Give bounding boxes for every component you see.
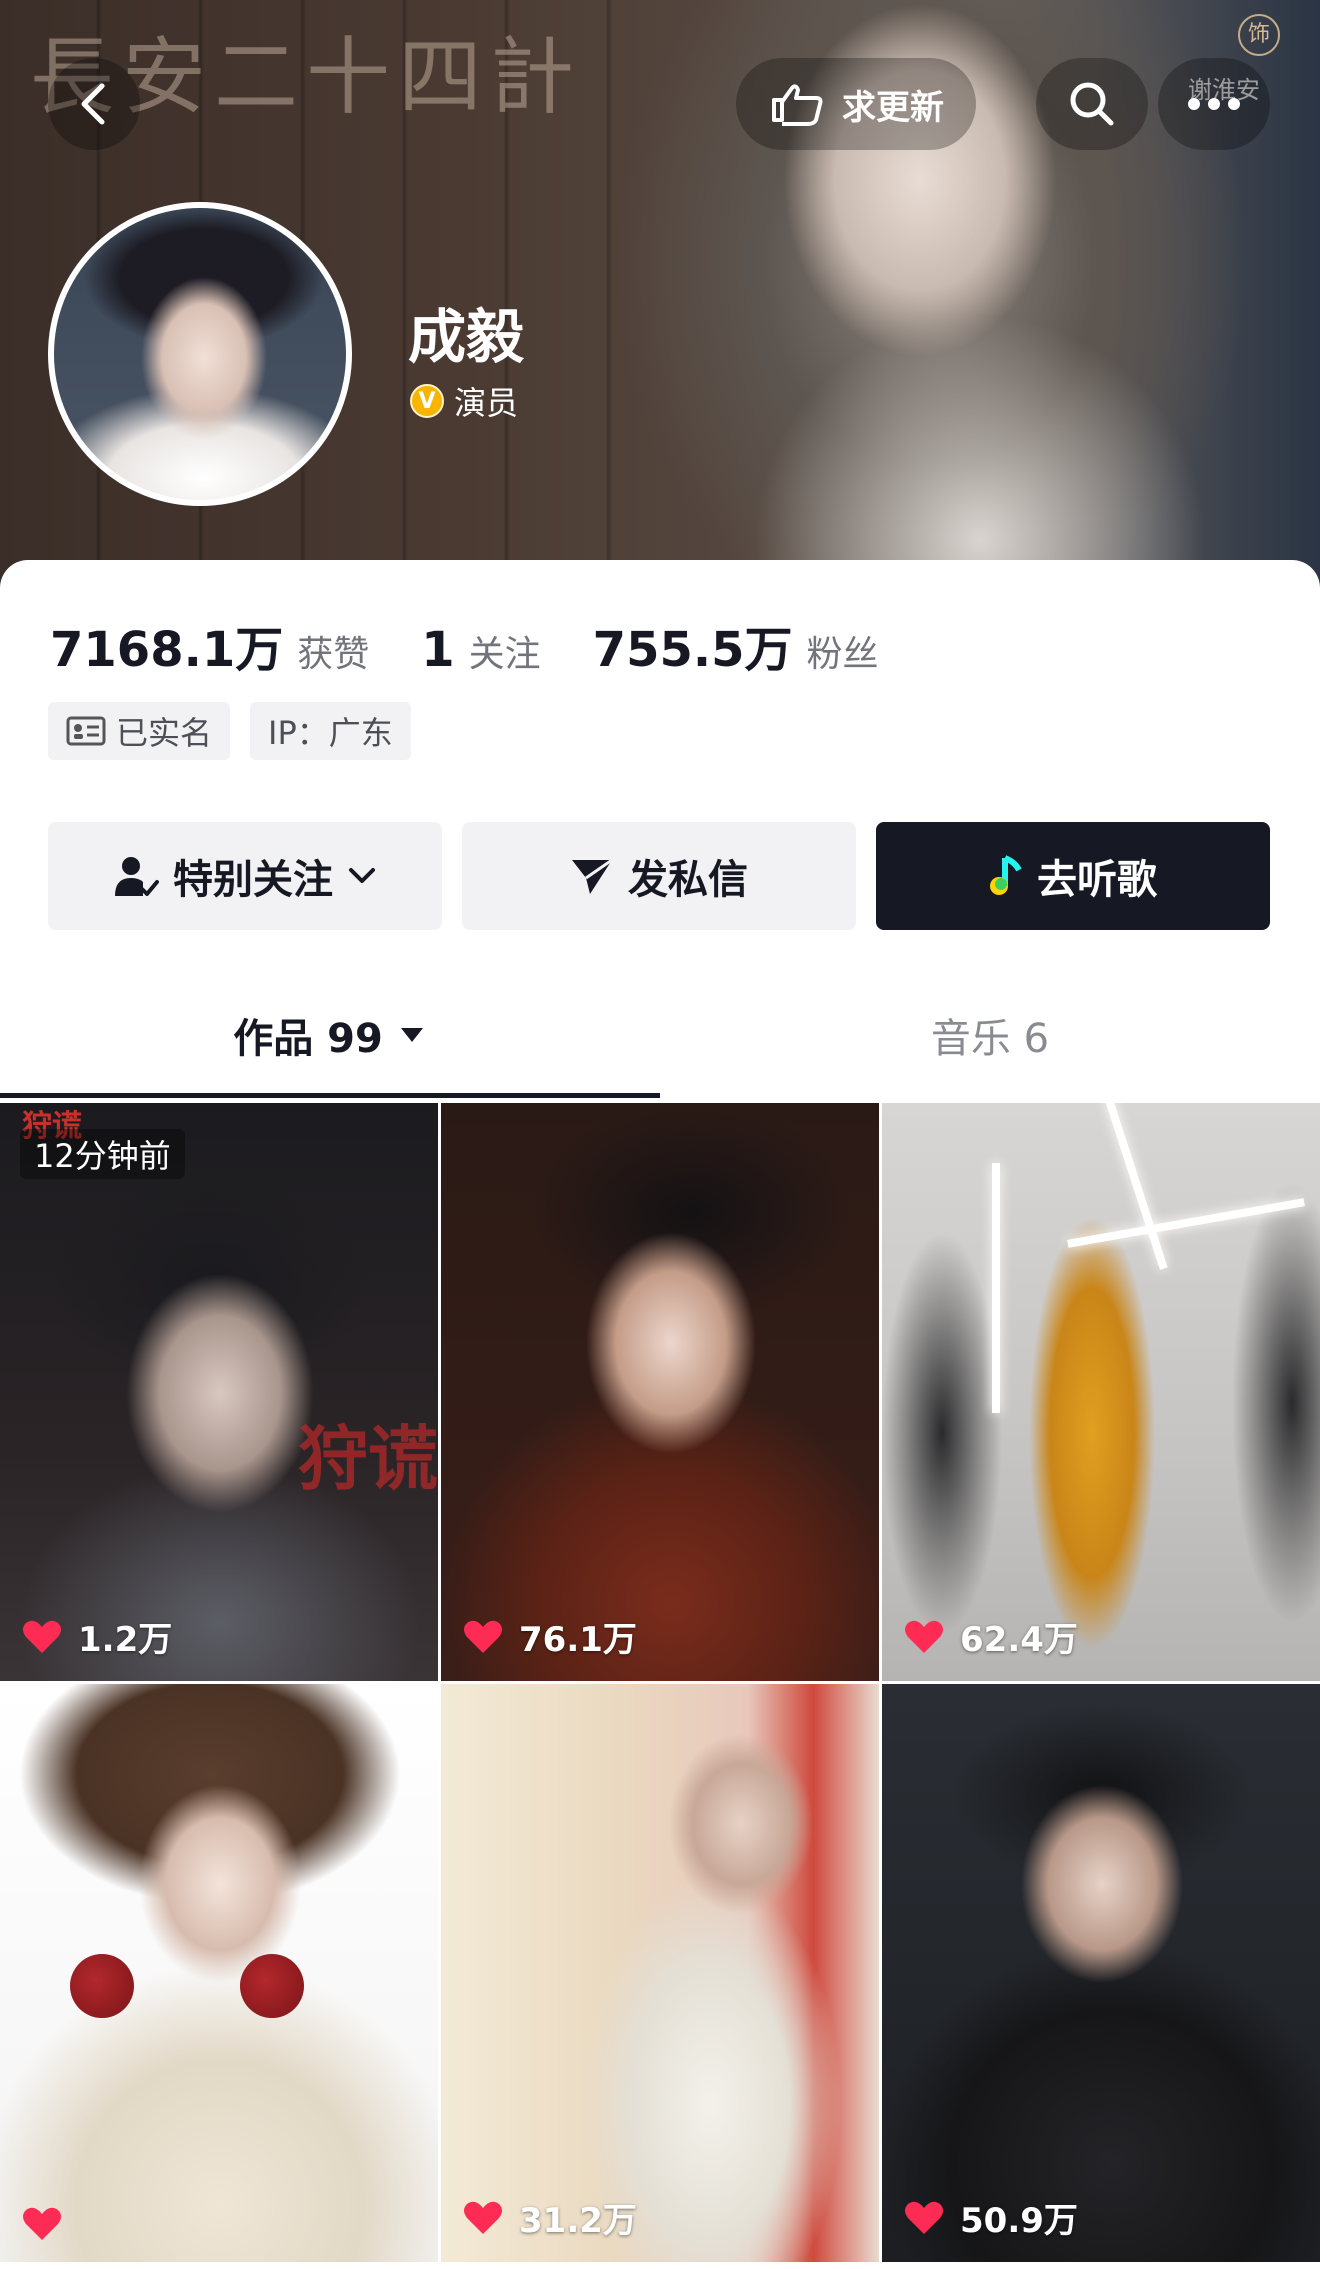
studio-light <box>1067 1198 1305 1248</box>
heart-icon <box>905 2201 943 2234</box>
tag-real-name: 已实名 <box>48 702 231 760</box>
video-likes <box>22 2206 78 2242</box>
video-grid: 狩谎 狩谎 12分钟前 1.2万 76.1万 62.4万 31.2万 50.9万 <box>0 1103 1320 2262</box>
tab-works[interactable]: 作品 99 <box>0 980 660 1090</box>
chevron-left-icon <box>81 83 105 125</box>
music-note-icon <box>990 855 1022 895</box>
special-follow-label: 特别关注 <box>173 857 333 903</box>
stat-following-label: 关注 <box>468 634 541 675</box>
pointing-hand-icon <box>772 84 823 126</box>
video-overlay-text: 狩谎 <box>298 1417 438 1500</box>
stat-following[interactable]: 1 关注 <box>421 622 540 678</box>
stat-following-value: 1 <box>421 622 455 678</box>
video-thumbnail[interactable]: 31.2万 <box>441 1684 879 2262</box>
video-thumbnail[interactable]: 狩谎 狩谎 12分钟前 1.2万 <box>0 1103 438 1681</box>
video-time-badge: 12分钟前 <box>20 1129 185 1179</box>
stat-likes-value: 7168.1万 <box>50 622 284 678</box>
video-thumbnail[interactable]: 62.4万 <box>882 1103 1320 1681</box>
pompom-decoration <box>70 1954 134 2018</box>
heart-icon <box>464 2201 502 2234</box>
back-button[interactable] <box>48 58 140 150</box>
tab-music-label: 音乐 6 <box>930 1016 1050 1062</box>
special-follow-button[interactable]: 特别关注 <box>48 822 442 930</box>
verified-label: 演员 <box>454 384 519 422</box>
video-likes: 1.2万 <box>22 1612 172 1661</box>
send-message-button[interactable]: 发私信 <box>462 822 856 930</box>
video-likes-count: 31.2万 <box>519 2201 637 2241</box>
tags-row: 已实名 IP：广东 <box>48 702 411 760</box>
tab-music[interactable]: 音乐 6 <box>660 980 1320 1090</box>
tag-ip-location: IP：广东 <box>250 702 411 760</box>
user-check-icon <box>115 857 159 896</box>
video-thumbnail[interactable]: 76.1万 <box>441 1103 879 1681</box>
heart-icon <box>23 2207 61 2240</box>
tag-ip-label: IP：广东 <box>268 714 393 752</box>
paper-plane-icon <box>572 858 613 894</box>
stats-row: 7168.1万 获赞 1 关注 755.5万 粉丝 <box>50 610 931 680</box>
video-likes: 76.1万 <box>463 1612 637 1661</box>
more-button[interactable] <box>1158 58 1270 150</box>
content-tabs: 作品 99 音乐 6 <box>0 980 1320 1100</box>
action-buttons: 特别关注 发私信 去听歌 <box>48 822 1270 930</box>
video-likes-count: 50.9万 <box>960 2201 1078 2241</box>
pompom-decoration <box>240 1954 304 2018</box>
search-button[interactable] <box>1036 58 1148 150</box>
video-thumbnail[interactable]: 50.9万 <box>882 1684 1320 2262</box>
stat-followers-label: 粉丝 <box>806 634 879 675</box>
request-update-button[interactable]: 求更新 <box>736 58 976 150</box>
studio-light <box>1104 1103 1168 1270</box>
video-thumbnail[interactable] <box>0 1684 438 2262</box>
listen-music-button[interactable]: 去听歌 <box>876 822 1270 930</box>
video-likes: 62.4万 <box>904 1612 1078 1661</box>
id-card-icon <box>66 716 106 746</box>
stat-likes: 7168.1万 获赞 <box>50 610 369 680</box>
search-icon <box>1070 82 1114 126</box>
stat-followers-value: 755.5万 <box>592 622 793 678</box>
verified-badge-icon: V <box>410 384 444 418</box>
video-likes: 31.2万 <box>463 2193 637 2242</box>
tab-works-label: 作品 99 <box>233 1016 383 1062</box>
heart-icon <box>23 1620 61 1653</box>
verified-row: V 演员 <box>410 378 518 424</box>
video-likes: 50.9万 <box>904 2193 1078 2242</box>
tag-real-name-label: 已实名 <box>116 714 213 752</box>
caret-down-icon <box>400 1028 423 1042</box>
active-tab-indicator <box>0 1093 660 1098</box>
chevron-down-icon <box>349 868 375 883</box>
video-likes-count: 76.1万 <box>519 1620 637 1660</box>
stat-followers[interactable]: 755.5万 粉丝 <box>593 610 879 680</box>
banner-seal: 饰 <box>1238 14 1280 56</box>
send-message-label: 发私信 <box>628 857 748 903</box>
video-likes-count: 1.2万 <box>78 1620 173 1660</box>
avatar[interactable] <box>48 202 352 506</box>
profile-name: 成毅 <box>408 303 525 371</box>
stat-likes-label: 获赞 <box>297 634 370 675</box>
listen-music-label: 去听歌 <box>1037 857 1157 903</box>
studio-light <box>992 1163 1000 1413</box>
video-likes-count: 62.4万 <box>960 1620 1078 1660</box>
request-update-label: 求更新 <box>842 87 944 128</box>
more-dots-icon <box>1188 98 1240 110</box>
heart-icon <box>464 1620 502 1653</box>
heart-icon <box>905 1620 943 1653</box>
